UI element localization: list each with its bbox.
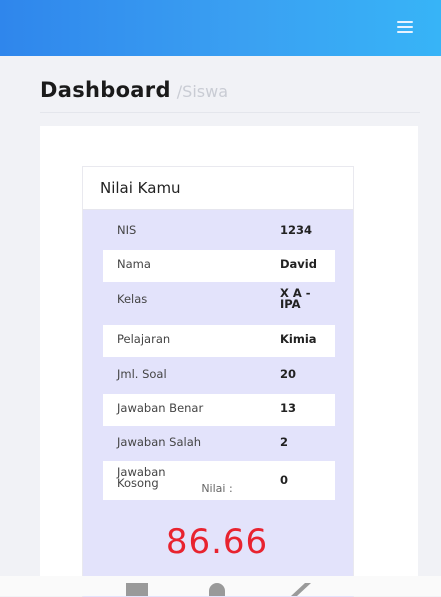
table-row: Kelas X A - IPA: [103, 283, 335, 315]
row-label: Kelas: [117, 292, 148, 306]
card-body: NIS 1234 Nama David Kelas X A - IPA Pela…: [83, 210, 353, 597]
row-value: Kimia: [280, 332, 317, 346]
card-title: Nilai Kamu: [100, 179, 181, 197]
page-title: Dashboard/Siswa: [40, 78, 228, 102]
row-value: X A - IPA: [280, 286, 311, 311]
row-label: Jawaban Kosong: [117, 465, 166, 490]
recent-apps-icon[interactable]: [126, 583, 148, 596]
row-label: Jawaban Salah: [117, 435, 202, 449]
table-row: Jawaban Kosong 0: [103, 461, 335, 500]
row-label: Pelajaran: [117, 332, 171, 346]
table-row: Jawaban Benar 13: [103, 394, 335, 426]
top-navbar: [0, 0, 441, 56]
card-header: Nilai Kamu: [83, 167, 353, 210]
row-label: Nama: [117, 257, 151, 271]
header-divider: [40, 112, 420, 113]
home-icon[interactable]: [209, 583, 225, 596]
row-label: Jawaban Benar: [117, 401, 204, 415]
breadcrumb: /Siswa: [176, 82, 228, 101]
row-label: Jml. Soal: [117, 367, 167, 381]
row-value: 0: [280, 473, 289, 487]
page-title-text: Dashboard: [40, 78, 171, 102]
row-value: 20: [280, 367, 297, 381]
row-value: David: [280, 257, 317, 271]
table-row: NIS 1234: [103, 216, 335, 248]
table-row: Jawaban Salah 2: [103, 428, 335, 460]
row-label: NIS: [117, 223, 137, 237]
table-row: Nama David: [103, 250, 335, 282]
table-row: Jml. Soal 20: [103, 360, 335, 392]
hamburger-menu-icon[interactable]: [397, 21, 413, 33]
row-value: 2: [280, 435, 289, 449]
score-card: Nilai Kamu NIS 1234 Nama David Kelas X A…: [82, 166, 354, 597]
row-value: 1234: [280, 223, 313, 237]
row-value: 13: [280, 401, 297, 415]
table-row: Pelajaran Kimia: [103, 325, 335, 357]
